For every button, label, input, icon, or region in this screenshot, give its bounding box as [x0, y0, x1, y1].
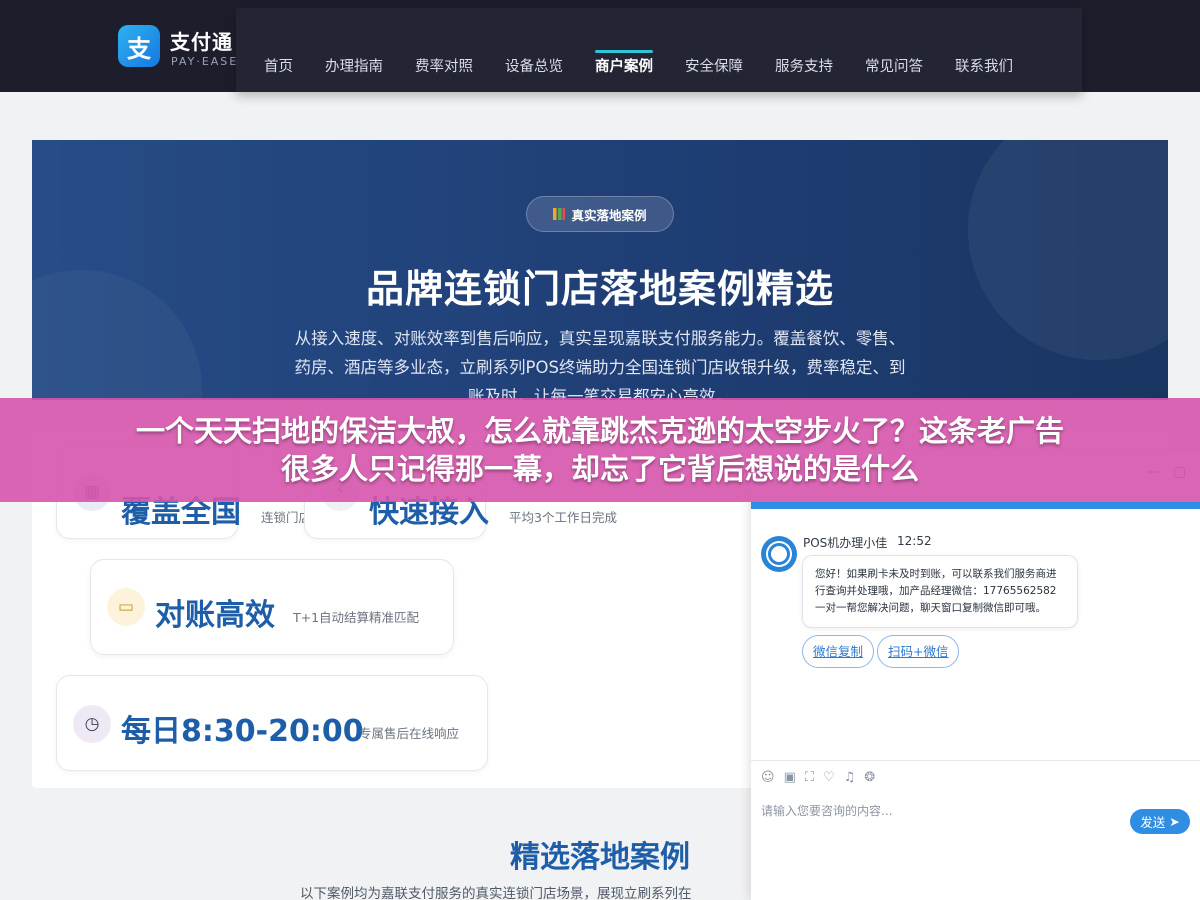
chat-divider — [751, 760, 1200, 761]
nav-guide[interactable]: 办理指南 — [309, 52, 399, 82]
brand-logo[interactable]: 支 — [118, 25, 160, 67]
message-bubble: 您好！如果刷卡未及时到账，可以联系我们服务商进行查询并处理哦，加产品经理微信：1… — [802, 555, 1078, 628]
chat-accent-bar — [751, 502, 1200, 509]
hero-section: 真实落地案例 品牌连锁门店落地案例精选 从接入速度、对账效率到售后响应，真实呈现… — [32, 140, 1168, 400]
evaluate-icon[interactable]: ♡ — [823, 770, 835, 785]
hero-badge-label: 真实落地案例 — [571, 207, 647, 223]
screenshot-icon[interactable]: ⛶ — [805, 770, 814, 785]
caption-line-1: 一个天天扫地的保洁大叔，怎么就靠跳杰克逊的太空步火了？这条老广告 — [135, 414, 1064, 448]
send-arrow-icon: ➤ — [1169, 814, 1180, 829]
agent-avatar — [761, 536, 797, 572]
feature-card-service-hours: ◷ 每日8:30-20:00 专属售后在线响应 — [56, 675, 488, 771]
nav-devices[interactable]: 设备总览 — [489, 52, 579, 82]
top-header: 支 支付通 PAY·EASE 首页 办理指南 费率对照 设备总览 商户案例 安全… — [0, 0, 1200, 92]
send-button[interactable]: 发送 ➤ — [1130, 809, 1190, 834]
card-icon: ▭ — [107, 588, 145, 626]
feature-title: 对账高效 — [155, 598, 275, 633]
nav-support[interactable]: 服务支持 — [759, 52, 849, 82]
nav-faq[interactable]: 常见问答 — [849, 52, 939, 82]
hero-description: 从接入速度、对账效率到售后响应，真实呈现嘉联支付服务能力。覆盖餐饮、零售、药房、… — [294, 329, 906, 400]
copy-wechat-button[interactable]: 微信复制 — [802, 635, 875, 668]
chat-toolbar: ☺ ▣ ⛶ ♡ ♫ ❂ — [761, 770, 875, 785]
caption-line-2: 很多人只记得那一幕，却忘了它背后想说的是什么 — [280, 452, 919, 486]
scan-wechat-button[interactable]: 扫码+微信 — [877, 635, 960, 668]
chat-input[interactable]: 请输入您要咨询的内容... — [761, 802, 892, 819]
agent-name: POS机办理小佳 — [803, 536, 888, 550]
feature-card-reconciliation: ▭ 对账高效 T+1自动结算精准匹配 — [90, 559, 454, 655]
nav-rates[interactable]: 费率对照 — [399, 52, 489, 82]
chat-widget: — ▢ POS机办理小佳 12:52 您好！如果刷卡未及时到账，可以联系我们服务… — [751, 450, 1200, 900]
agent-face-icon — [768, 543, 790, 565]
emoji-icon[interactable]: ☺ — [761, 770, 775, 785]
feature-subtitle: 专属售后在线响应 — [359, 726, 460, 741]
feature-subtitle: 平均3个工作日完成 — [509, 510, 617, 525]
chat-bubbles-icon[interactable]: ❂ — [864, 770, 875, 785]
nav-security[interactable]: 安全保障 — [669, 52, 759, 82]
brand-subtitle: PAY·EASE — [171, 55, 239, 68]
hero-badge: 真实落地案例 — [526, 196, 674, 232]
brand-name[interactable]: 支付通 — [170, 26, 233, 55]
nav-contact[interactable]: 联系我们 — [939, 52, 1029, 82]
sound-icon[interactable]: ♫ — [844, 770, 856, 785]
nav-home[interactable]: 首页 — [248, 52, 309, 82]
feature-title: 每日8:30-20:00 — [121, 714, 364, 749]
section-description: 以下案例均为嘉联支付服务的真实连锁门店场景，展现立刷系列在 — [300, 886, 692, 900]
feature-subtitle: T+1自动结算精准匹配 — [293, 610, 420, 625]
image-icon[interactable]: ▣ — [784, 770, 796, 785]
send-label: 发送 — [1140, 815, 1166, 830]
message-time: 12:52 — [897, 534, 932, 548]
decor-circle — [968, 140, 1168, 360]
clock-icon: ◷ — [73, 705, 111, 743]
nav-merchant-cases[interactable]: 商户案例 — [579, 50, 669, 82]
hero-title: 品牌连锁门店落地案例精选 — [365, 267, 834, 311]
bar-chart-icon — [553, 208, 566, 220]
overlay-caption-banner: 一个天天扫地的保洁大叔，怎么就靠跳杰克逊的太空步火了？这条老广告 很多人只记得那… — [0, 398, 1200, 502]
main-nav: 首页 办理指南 费率对照 设备总览 商户案例 安全保障 服务支持 常见问答 联系… — [248, 50, 1029, 82]
